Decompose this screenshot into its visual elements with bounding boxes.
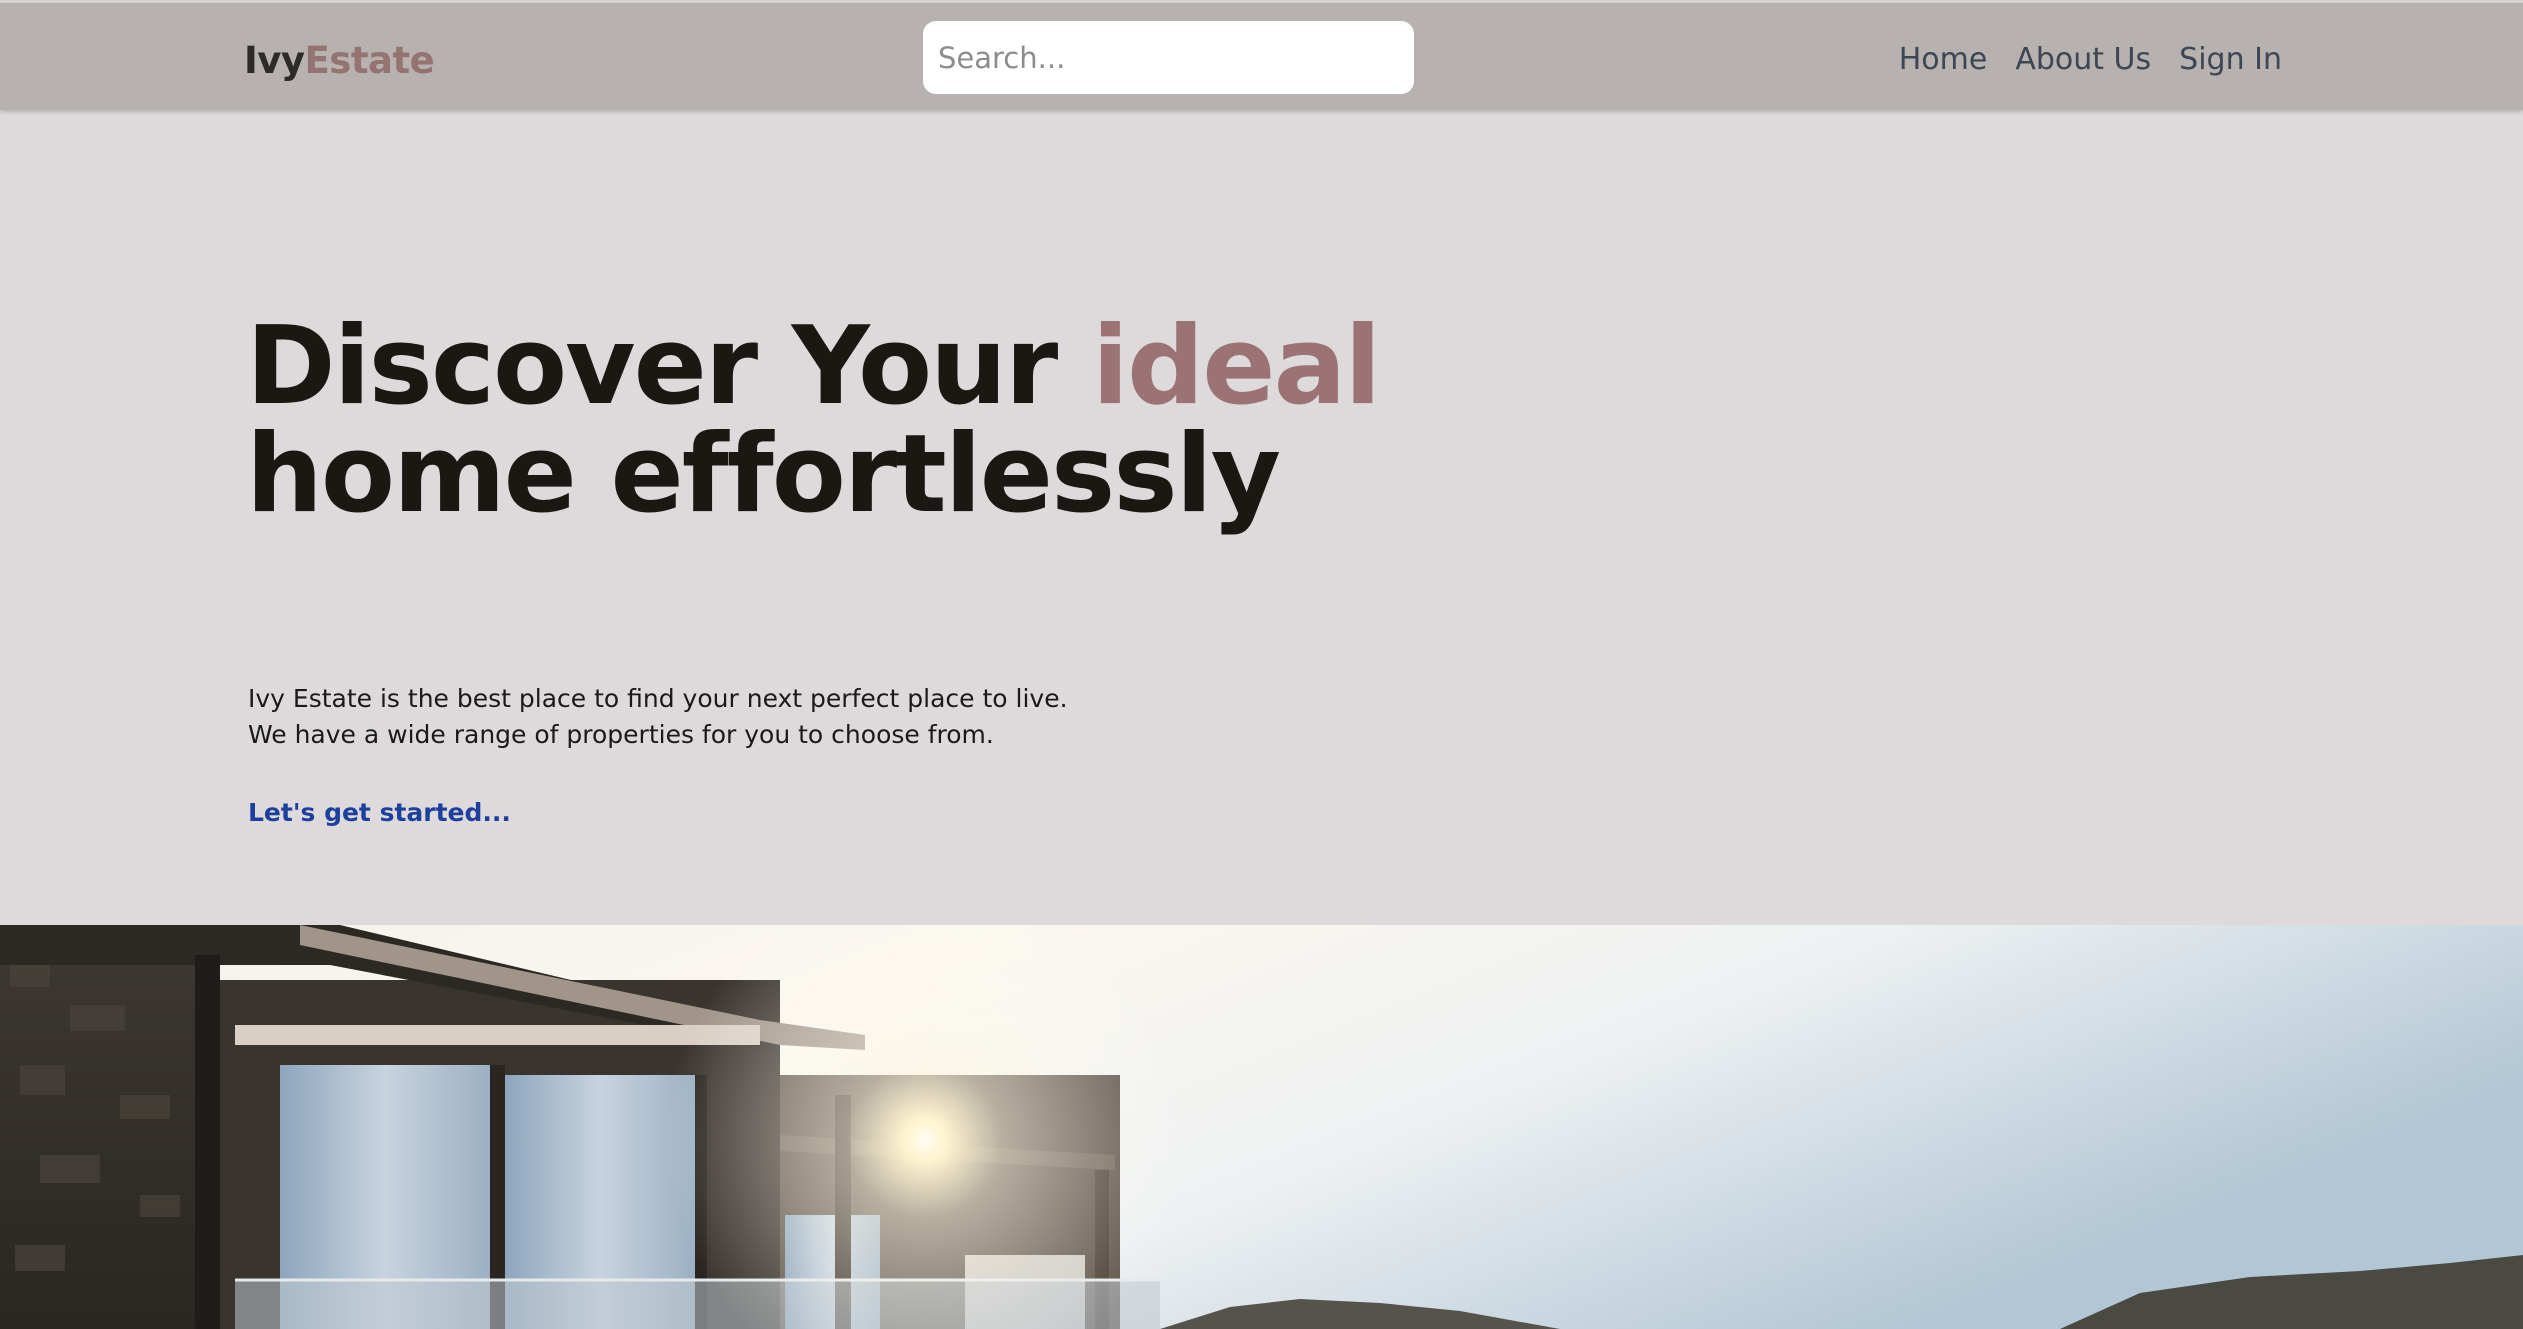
logo-part-estate: Estate: [304, 39, 435, 82]
logo[interactable]: IvyEstate: [244, 36, 435, 86]
hero-house-image: [0, 925, 2523, 1329]
hero-headline: Discover Your ideal home effortlessly: [246, 313, 1381, 529]
nav-home-link[interactable]: Home: [1899, 35, 1988, 85]
hero-section: Discover Your ideal home effortlessly Iv…: [0, 110, 2523, 925]
headline-accent: ideal: [1091, 304, 1381, 429]
nav-signin-link[interactable]: Sign In: [2179, 35, 2282, 85]
nav-links: Home About Us Sign In: [1899, 35, 2282, 85]
description-line-2: We have a wide range of properties for y…: [248, 720, 994, 749]
search-input[interactable]: Search...: [923, 21, 1414, 94]
get-started-link[interactable]: Let's get started...: [248, 798, 511, 827]
top-navbar: IvyEstate Search... Home About Us Sign I…: [0, 0, 2523, 110]
headline-text: Discover Your: [246, 304, 1092, 429]
search-placeholder: Search...: [938, 40, 1066, 75]
nav-about-link[interactable]: About Us: [2015, 35, 2151, 85]
headline-line2: home effortlessly: [246, 412, 1281, 537]
description-line-1: Ivy Estate is the best place to find you…: [248, 684, 1068, 713]
hero-description: Ivy Estate is the best place to find you…: [248, 681, 1068, 753]
logo-part-ivy: Ivy: [244, 39, 305, 82]
